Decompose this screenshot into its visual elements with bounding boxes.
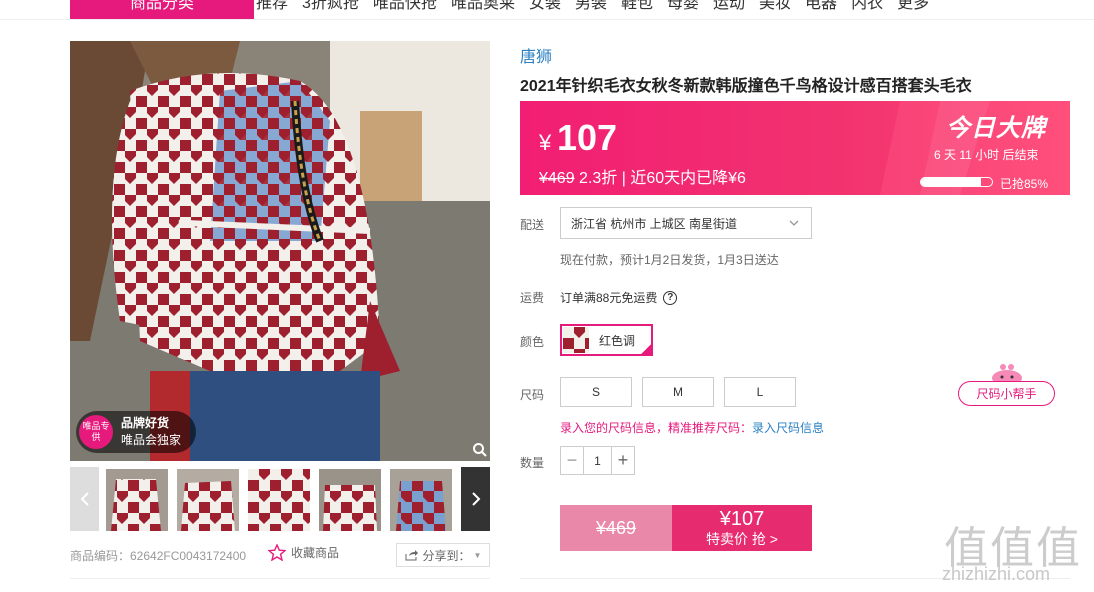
size-helper-button[interactable]: 尺码小帮手 — [958, 381, 1055, 406]
quantity-input[interactable]: 1 — [583, 447, 612, 474]
main-nav: 推荐 3折疯抢 唯品快抢 唯品奥莱 女装 男装 鞋包 母婴 运动 美妆 电器 内… — [256, 0, 943, 20]
original-price: ¥469 — [539, 170, 575, 187]
thumb-prev-button[interactable] — [70, 467, 99, 531]
size-tip: 录入您的尺码信息，精准推荐尺码：录入尺码信息 — [560, 419, 824, 436]
thumbnail[interactable] — [390, 469, 452, 531]
favorite-label: 收藏商品 — [291, 546, 340, 560]
chevron-down-icon — [789, 220, 799, 226]
nav-item-women[interactable]: 女装 — [529, 0, 561, 20]
size-option-s[interactable]: S — [560, 377, 632, 407]
current-price: 107 — [557, 117, 618, 158]
nav-item-underwear[interactable]: 内衣 — [851, 0, 883, 20]
product-title: 2021年针织毛衣女秋冬新款韩版撞色千鸟格设计感百搭套头毛衣 — [520, 78, 972, 95]
brand-badge-title: 品牌好货 — [121, 416, 170, 430]
nav-item-flash[interactable]: 唯品快抢 — [373, 0, 437, 20]
thumbnail[interactable] — [177, 469, 239, 531]
thumb-next-button[interactable] — [461, 467, 490, 531]
nav-item-outlet[interactable]: 唯品奥莱 — [451, 0, 515, 20]
size-tip-text: 录入您的尺码信息，精准推荐尺码： — [560, 421, 753, 435]
quantity-stepper[interactable]: − 1 + — [560, 446, 635, 475]
nav-item-more[interactable]: 更多 — [897, 0, 929, 20]
sold-progress-fill — [921, 178, 982, 186]
nav-item-shoes[interactable]: 鞋包 — [621, 0, 653, 20]
star-icon — [268, 544, 286, 561]
shipping-note: 现在付款，预计1月2日发货，1月3日送达 — [560, 253, 779, 267]
size-label: 尺码 — [520, 388, 545, 402]
share-button[interactable]: 分享到： ▼ — [396, 543, 490, 567]
quantity-plus-button[interactable]: + — [612, 447, 634, 474]
chevron-right-icon — [471, 492, 480, 506]
buy-original-price[interactable]: ¥469 — [560, 505, 672, 551]
size-tip-link[interactable]: 录入尺码信息 — [752, 421, 824, 435]
share-label: 分享到： — [422, 548, 471, 563]
brand-badge-circle: 唯品专供 — [79, 415, 113, 449]
promo-title: 今日大牌 — [946, 115, 1046, 142]
color-option-red[interactable]: 红色调 — [560, 324, 653, 356]
brand-badge-subtitle: 唯品会独家 — [121, 433, 182, 447]
thumbnail[interactable] — [319, 469, 381, 531]
buy-now-button[interactable]: ¥107 特卖价 抢 > — [672, 505, 812, 551]
brand-badge: 唯品专供 品牌好货 唯品会独家 — [76, 411, 196, 453]
chevron-left-icon — [80, 492, 89, 506]
zoom-icon[interactable] — [472, 442, 488, 458]
share-icon — [405, 550, 418, 561]
help-icon[interactable]: ? — [663, 290, 678, 305]
color-option-label: 红色调 — [599, 333, 636, 348]
divider — [70, 578, 490, 579]
delivery-label: 配送 — [520, 218, 545, 232]
sold-progress — [920, 177, 993, 187]
quantity-label: 数量 — [520, 456, 545, 470]
nav-item-men[interactable]: 男装 — [575, 0, 607, 20]
buy-price: ¥107 — [719, 508, 765, 530]
nav-item-appliance[interactable]: 电器 — [805, 0, 837, 20]
color-label: 颜色 — [520, 335, 545, 349]
nav-item-baby[interactable]: 母婴 — [667, 0, 699, 20]
address-value: 浙江省 杭州市 上城区 南星街道 — [571, 216, 738, 231]
quantity-minus-button[interactable]: − — [561, 447, 583, 474]
main-product-image[interactable] — [70, 41, 490, 461]
buy-button-group: ¥469 ¥107 特卖价 抢 > — [560, 505, 812, 551]
nav-item-discount[interactable]: 3折疯抢 — [302, 0, 359, 20]
discount-note: 2.3折 | 近60天内已降¥6 — [579, 170, 746, 187]
category-button[interactable]: 商品分类 — [70, 0, 254, 20]
thumbnail[interactable] — [106, 469, 168, 531]
freight-info: 订单满88元免运费 ? — [560, 289, 678, 306]
selected-check-icon — [639, 342, 653, 356]
freight-label: 运费 — [520, 291, 545, 305]
brand-link[interactable]: 唐狮 — [520, 43, 552, 67]
freight-text: 订单满88元免运费 — [560, 291, 658, 305]
sold-label: 已抢85% — [1000, 177, 1049, 191]
nav-item-beauty[interactable]: 美妆 — [759, 0, 791, 20]
countdown: 6 天 11 小时 后结束 — [934, 148, 1039, 162]
nav-divider — [0, 19, 1094, 20]
price-subline: ¥469 2.3折 | 近60天内已降¥6 — [539, 164, 746, 188]
product-code: 商品编码：62642FC0043172400 — [70, 549, 247, 563]
buy-action-label: 特卖价 抢 > — [706, 531, 778, 547]
nav-item-sports[interactable]: 运动 — [713, 0, 745, 20]
caret-down-icon: ▼ — [473, 550, 482, 560]
size-option-m[interactable]: M — [642, 377, 714, 407]
color-swatch — [563, 327, 589, 353]
favorite-button[interactable]: 收藏商品 — [268, 544, 339, 561]
thumbnail[interactable] — [248, 469, 310, 531]
address-select[interactable]: 浙江省 杭州市 上城区 南星街道 — [560, 207, 812, 239]
price-currency: ¥ — [539, 130, 552, 155]
watermark-site: zhizhizhi.com — [942, 564, 1051, 584]
size-option-l[interactable]: L — [724, 377, 796, 407]
nav-item-recommend[interactable]: 推荐 — [256, 0, 288, 20]
